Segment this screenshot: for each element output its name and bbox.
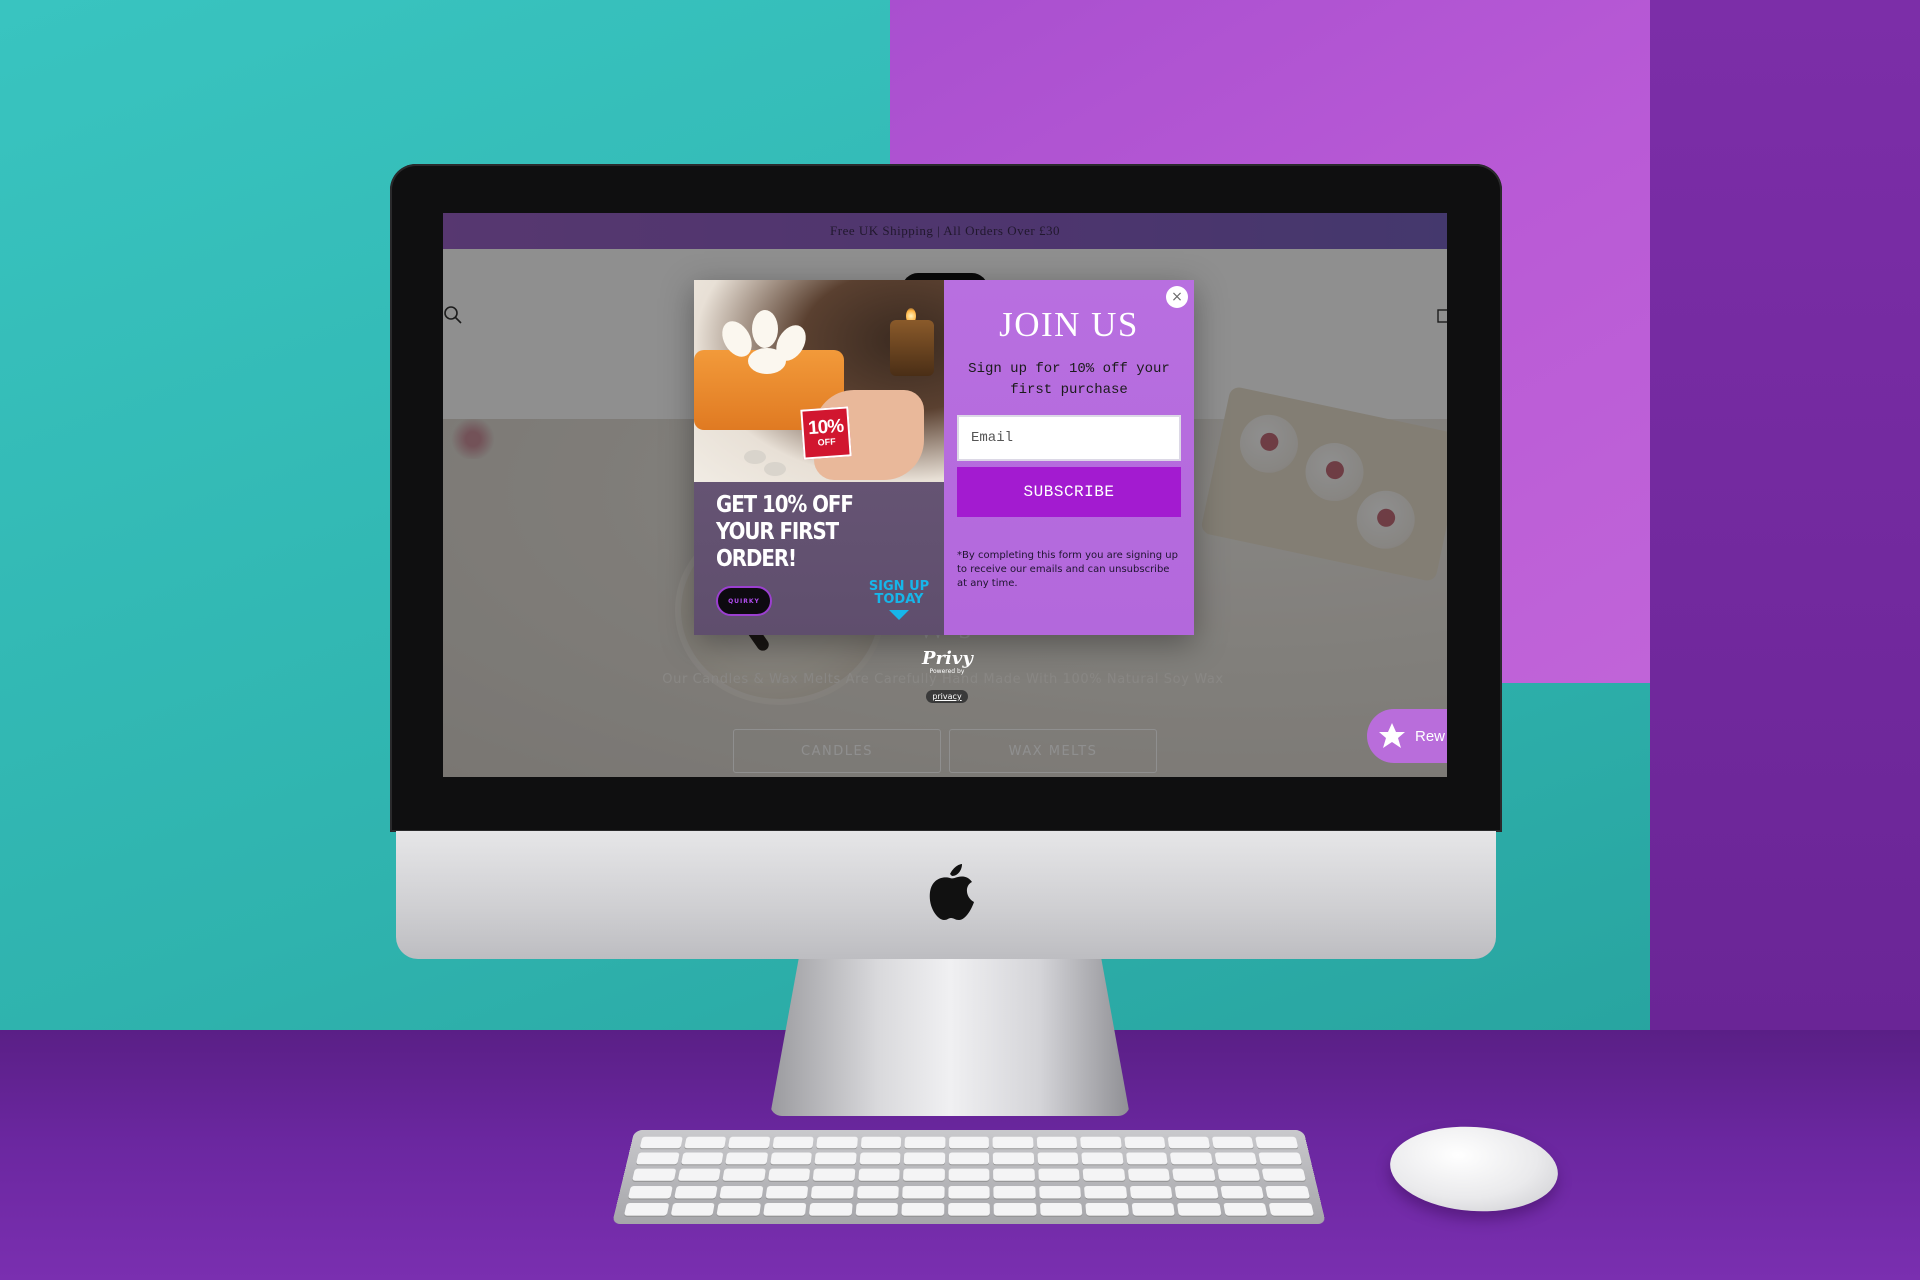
star-icon bbox=[1379, 723, 1405, 748]
privy-badge: Privy Powered by privacy bbox=[922, 650, 973, 703]
keyboard bbox=[612, 1130, 1326, 1224]
signup-popup: 10% OFF GET 10% OFF YOUR FIRST ORDER! QU… bbox=[694, 280, 1194, 635]
backdrop-purple-right bbox=[1650, 0, 1920, 1035]
close-icon[interactable]: × bbox=[1166, 286, 1188, 308]
signup-form-panel: × JOIN US Sign up for 10% off your first… bbox=[944, 280, 1194, 635]
privy-logo[interactable]: Privy bbox=[922, 650, 973, 668]
sign-up-today-text: SIGN UP TODAY bbox=[868, 579, 930, 607]
privy-powered-by: Powered by bbox=[929, 668, 965, 675]
imac-screen: Free UK Shipping | All Orders Over £30 W… bbox=[443, 213, 1447, 777]
promo-photo: 10% OFF bbox=[694, 280, 944, 482]
arrow-down-icon bbox=[889, 610, 909, 620]
imac-stand bbox=[770, 958, 1130, 1116]
promo-headline: GET 10% OFF YOUR FIRST ORDER! bbox=[716, 492, 854, 572]
signup-disclaimer: *By completing this form you are signing… bbox=[957, 550, 1178, 589]
popup-title: JOIN US bbox=[999, 305, 1139, 344]
subscribe-button[interactable]: SUBSCRIBE bbox=[957, 467, 1181, 517]
promo-image-panel: 10% OFF GET 10% OFF YOUR FIRST ORDER! QU… bbox=[694, 280, 944, 635]
candle-jar bbox=[890, 320, 934, 376]
rewards-launcher[interactable]: Rew bbox=[1367, 709, 1447, 763]
popup-subtitle: Sign up for 10% off your first purchase bbox=[968, 361, 1170, 398]
ten-percent-off-badge: 10% OFF bbox=[800, 406, 852, 460]
apple-logo-icon bbox=[929, 864, 974, 920]
email-field[interactable] bbox=[957, 415, 1181, 461]
quirky-brand-logo: QUIRKY bbox=[716, 586, 772, 616]
privacy-link[interactable]: privacy bbox=[926, 690, 968, 703]
rewards-label: Rew bbox=[1415, 727, 1446, 745]
